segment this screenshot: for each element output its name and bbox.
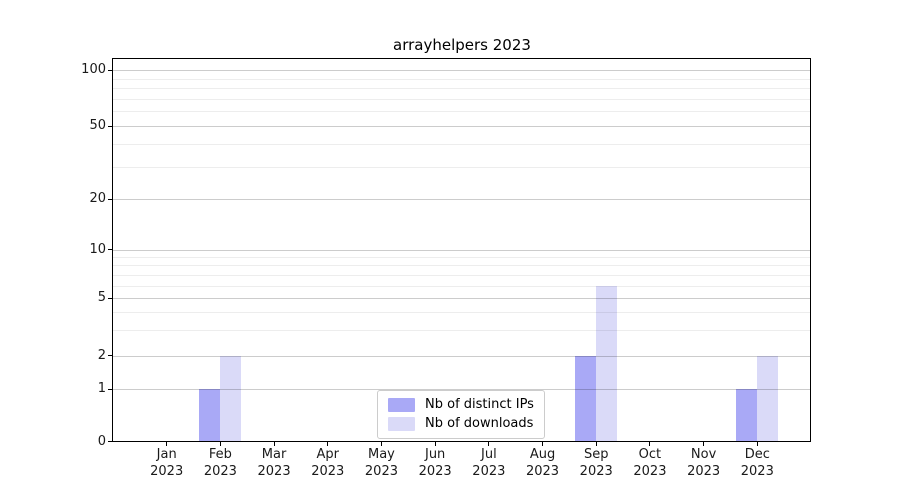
y-tick-mark (108, 355, 112, 356)
gridline-minor (113, 257, 810, 258)
legend-swatch-distinct-ips (388, 398, 415, 412)
gridline-major (113, 70, 810, 71)
gridline-major (113, 199, 810, 200)
x-tick-label: Dec2023 (722, 447, 792, 480)
x-tick-mark (327, 442, 328, 446)
y-tick-label: 20 (30, 191, 106, 207)
gridline-minor (113, 111, 810, 112)
legend-swatch-downloads (388, 417, 415, 431)
y-tick-mark (108, 199, 112, 200)
y-tick-mark (108, 298, 112, 299)
y-tick-mark (108, 249, 112, 250)
x-tick-mark (542, 442, 543, 446)
gridline-minor (113, 275, 810, 276)
legend-item-distinct-ips: Nb of distinct IPs (388, 397, 534, 412)
gridline-minor (113, 88, 810, 89)
y-tick-label: 2 (30, 348, 106, 364)
y-tick-label: 5 (30, 290, 106, 306)
gridline-minor (113, 167, 810, 168)
x-tick-mark (381, 442, 382, 446)
x-tick-mark (596, 442, 597, 446)
gridline-minor (113, 330, 810, 331)
gridline-minor (113, 79, 810, 80)
gridline-minor (113, 99, 810, 100)
gridline-minor (113, 265, 810, 266)
x-tick-mark (166, 442, 167, 446)
gridline-major (113, 356, 810, 357)
chart-title: arrayhelpers 2023 (113, 36, 811, 54)
plot-area (112, 58, 811, 442)
y-tick-mark (108, 126, 112, 127)
gridline-minor (113, 144, 810, 145)
x-tick-mark (435, 442, 436, 446)
gridline-major (113, 250, 810, 251)
grid-layer (113, 59, 810, 441)
x-tick-mark (757, 442, 758, 446)
gridline-minor (113, 312, 810, 313)
y-tick-mark (108, 441, 112, 442)
x-tick-mark (220, 442, 221, 446)
gridline-major (113, 298, 810, 299)
y-tick-label: 1 (30, 381, 106, 397)
y-tick-label: 0 (30, 434, 106, 450)
y-tick-label: 50 (30, 118, 106, 134)
y-tick-mark (108, 70, 112, 71)
x-tick-mark (274, 442, 275, 446)
legend-item-downloads: Nb of downloads (388, 416, 534, 431)
x-tick-mark (649, 442, 650, 446)
legend-label-distinct-ips: Nb of distinct IPs (425, 397, 534, 412)
x-tick-mark (488, 442, 489, 446)
gridline-minor (113, 286, 810, 287)
gridline-major (113, 126, 810, 127)
legend-label-downloads: Nb of downloads (425, 416, 533, 431)
y-tick-mark (108, 389, 112, 390)
legend: Nb of distinct IPs Nb of downloads (377, 390, 545, 439)
y-tick-label: 100 (30, 62, 106, 78)
y-tick-label: 10 (30, 242, 106, 258)
chart-figure: arrayhelpers 2023 0125102050100Jan2023Fe… (0, 0, 900, 500)
x-tick-mark (703, 442, 704, 446)
